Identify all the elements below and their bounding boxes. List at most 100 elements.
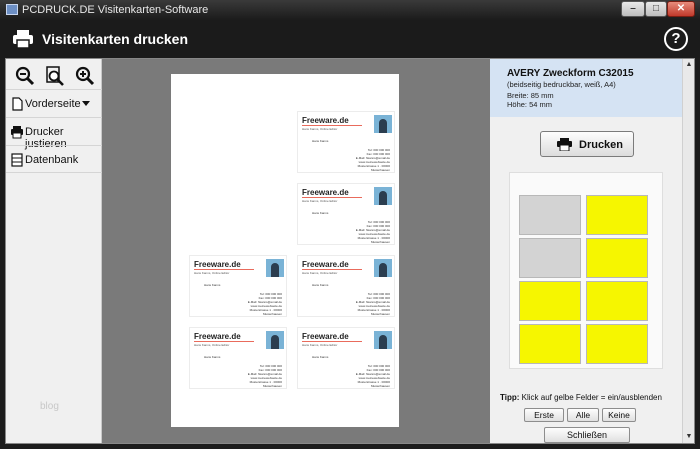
field-toggle[interactable] xyxy=(519,324,581,364)
card-contact: Tel: 000 000 000 Fax: 000 000 000 E-Mail… xyxy=(340,292,390,316)
card-subtitle: Hans Kanns, Online Editor xyxy=(302,271,338,275)
a4-sheet-preview: Freeware.de Hans Kanns, Online Editor Ha… xyxy=(171,74,399,427)
minimize-icon: – xyxy=(630,3,636,14)
chevron-down-icon xyxy=(82,101,90,106)
card-name: Hans Kanns xyxy=(204,355,221,359)
card-name: Hans Kanns xyxy=(312,211,329,215)
zoom-in-icon[interactable] xyxy=(74,65,96,87)
card-photo xyxy=(374,115,392,133)
preview-area: Freeware.de Hans Kanns, Online Editor Ha… xyxy=(102,59,490,443)
database-icon xyxy=(11,153,23,167)
app-window: PCDRUCK.DE Visitenkarten-Software – □ ✕ … xyxy=(0,0,700,449)
field-toggle[interactable] xyxy=(586,281,648,321)
close-icon: ✕ xyxy=(676,3,686,14)
card-subtitle: Hans Kanns, Online Editor xyxy=(302,199,338,203)
card-name: Hans Kanns xyxy=(312,139,329,143)
card-contact: Tel: 000 000 000 Fax: 000 000 000 E-Mail… xyxy=(232,364,282,388)
card-photo xyxy=(266,259,284,277)
close-button[interactable]: Schließen xyxy=(544,427,630,443)
card-title: Freeware.de xyxy=(302,332,349,341)
card-line: Musterstrasse 1 · 00000 Musterhausen xyxy=(357,236,390,244)
help-button[interactable]: ? xyxy=(664,27,688,51)
app-icon xyxy=(6,4,18,15)
business-card-preview: Freeware.de Hans Kanns, Online Editor Ha… xyxy=(297,327,395,389)
card-divider xyxy=(194,341,254,342)
card-divider xyxy=(194,269,254,270)
product-info: AVERY Zweckform C32015 (beidseitig bedru… xyxy=(490,59,682,117)
card-name: Hans Kanns xyxy=(312,355,329,359)
business-card-preview: Freeware.de Hans Kanns, Online Editor Ha… xyxy=(297,183,395,245)
printer-icon xyxy=(13,30,33,49)
window-title: PCDRUCK.DE Visitenkarten-Software xyxy=(22,4,209,16)
card-subtitle: Hans Kanns, Online Editor xyxy=(302,343,338,347)
side-selector-dropdown[interactable]: Vorderseite xyxy=(6,89,102,117)
zoom-toolbar xyxy=(6,61,102,91)
minimize-button[interactable]: – xyxy=(621,1,645,17)
card-line: Musterstrasse 1 · 00000 Musterhausen xyxy=(357,380,390,388)
card-subtitle: Hans Kanns, Online Editor xyxy=(194,271,230,275)
card-photo xyxy=(266,331,284,349)
database-button[interactable]: Datenbank xyxy=(6,145,102,173)
close-window-button[interactable]: ✕ xyxy=(667,1,695,17)
field-toggle[interactable] xyxy=(586,324,648,364)
card-contact: Tel: 000 000 000 Fax: 000 000 000 E-Mail… xyxy=(340,220,390,244)
zoom-fit-icon[interactable] xyxy=(44,65,66,87)
print-button[interactable]: Drucken xyxy=(540,131,634,157)
card-line: Musterstrasse 1 · 00000 Musterhausen xyxy=(249,308,282,316)
card-name: Hans Kanns xyxy=(204,283,221,287)
card-line: Musterstrasse 1 · 00000 Musterhausen xyxy=(357,308,390,316)
main-frame: Vorderseite Drucker justieren Datenbank xyxy=(5,58,695,444)
database-label: Datenbank xyxy=(25,154,79,166)
card-height: Höhe: 54 mm xyxy=(507,100,553,109)
card-contact: Tel: 000 000 000 Fax: 000 000 000 E-Mail… xyxy=(340,364,390,388)
field-toggle[interactable] xyxy=(519,281,581,321)
tip-text: Tipp: Klick auf gelbe Felder = ein/ausbl… xyxy=(500,393,662,402)
card-divider xyxy=(302,269,362,270)
card-subtitle: Hans Kanns, Online Editor xyxy=(302,127,338,131)
all-button[interactable]: Alle xyxy=(567,408,599,422)
card-line: Musterstrasse 1 · 00000 Musterhausen xyxy=(357,164,390,172)
field-toggle[interactable] xyxy=(519,195,581,235)
print-button-label: Drucken xyxy=(579,139,624,151)
card-width: Breite: 85 mm xyxy=(507,91,554,100)
card-title: Freeware.de xyxy=(302,260,349,269)
card-photo xyxy=(374,331,392,349)
side-selector-label: Vorderseite xyxy=(25,98,81,110)
field-toggle[interactable] xyxy=(586,238,648,278)
scroll-up-icon[interactable]: ▲ xyxy=(683,59,695,71)
none-button[interactable]: Keine xyxy=(602,408,636,422)
card-title: Freeware.de xyxy=(194,260,241,269)
card-subtitle: Hans Kanns, Online Editor xyxy=(194,343,230,347)
zoom-out-icon[interactable] xyxy=(14,65,36,87)
card-photo xyxy=(374,187,392,205)
business-card-preview: Freeware.de Hans Kanns, Online Editor Ha… xyxy=(189,327,287,389)
scroll-down-icon[interactable]: ▼ xyxy=(683,431,695,443)
card-photo xyxy=(374,259,392,277)
card-divider xyxy=(302,125,362,126)
vertical-scrollbar[interactable]: ▲ ▼ xyxy=(682,59,694,443)
first-button[interactable]: Erste xyxy=(524,408,564,422)
product-subtitle: (beidseitig bedruckbar, weiß, A4) xyxy=(507,80,616,89)
field-toggle[interactable] xyxy=(586,195,648,235)
card-title: Freeware.de xyxy=(194,332,241,341)
product-title: AVERY Zweckform C32015 xyxy=(507,68,634,79)
field-selector xyxy=(509,172,663,369)
business-card-preview: Freeware.de Hans Kanns, Online Editor Ha… xyxy=(189,255,287,317)
page-title: Visitenkarten drucken xyxy=(42,31,189,47)
page-icon xyxy=(12,97,23,111)
tip-message: Klick auf gelbe Felder = ein/ausblenden xyxy=(519,393,662,402)
business-card-preview: Freeware.de Hans Kanns, Online Editor Ha… xyxy=(297,111,395,173)
business-card-preview: Freeware.de Hans Kanns, Online Editor Ha… xyxy=(297,255,395,317)
maximize-button[interactable]: □ xyxy=(645,1,667,17)
card-divider xyxy=(302,197,362,198)
title-bar: PCDRUCK.DE Visitenkarten-Software – □ ✕ xyxy=(0,0,700,20)
layout-panel: AVERY Zweckform C32015 (beidseitig bedru… xyxy=(490,59,682,443)
card-title: Freeware.de xyxy=(302,188,349,197)
field-toggle[interactable] xyxy=(519,238,581,278)
adjust-printer-button[interactable]: Drucker justieren xyxy=(6,117,102,150)
card-contact: Tel: 000 000 000 Fax: 000 000 000 E-Mail… xyxy=(340,148,390,172)
card-line: Musterstrasse 1 · 00000 Musterhausen xyxy=(249,380,282,388)
card-title: Freeware.de xyxy=(302,116,349,125)
card-divider xyxy=(302,341,362,342)
printer-icon xyxy=(557,138,572,151)
